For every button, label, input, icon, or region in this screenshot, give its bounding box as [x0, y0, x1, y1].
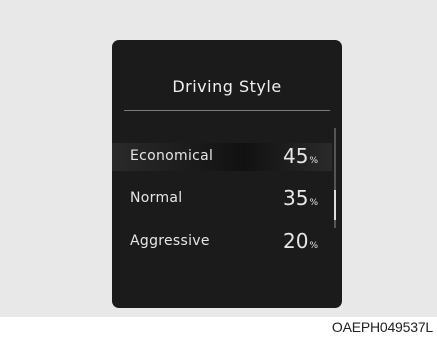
figure-code-caption: OAEPH049537L	[331, 319, 433, 335]
list-item-label: Normal	[130, 190, 183, 206]
list-item-aggressive[interactable]: Aggressive 20%	[112, 228, 332, 256]
panel-title: Driving Style	[172, 77, 282, 96]
list-item-value: 45%	[283, 144, 318, 168]
percentage-unit: %	[309, 156, 318, 166]
figure-frame: Driving Style Economical 45% Normal 35% …	[0, 0, 437, 317]
list-item-value: 20%	[283, 229, 318, 253]
list-item-label: Economical	[130, 148, 214, 164]
list-item-normal[interactable]: Normal 35%	[112, 185, 332, 213]
percentage-unit: %	[309, 198, 318, 208]
percentage-value: 20	[282, 229, 309, 253]
percentage-unit: %	[309, 241, 318, 251]
list-item-economical[interactable]: Economical 45%	[112, 143, 332, 171]
list-item-value: 35%	[283, 186, 318, 210]
percentage-value: 45	[282, 144, 309, 168]
list-item-label: Aggressive	[130, 233, 210, 249]
percentage-value: 35	[282, 186, 309, 210]
title-divider	[124, 110, 330, 111]
cluster-display-panel: Driving Style Economical 45% Normal 35% …	[112, 40, 342, 308]
scrollbar-thumb[interactable]	[334, 190, 336, 220]
scrollbar[interactable]	[334, 128, 336, 228]
